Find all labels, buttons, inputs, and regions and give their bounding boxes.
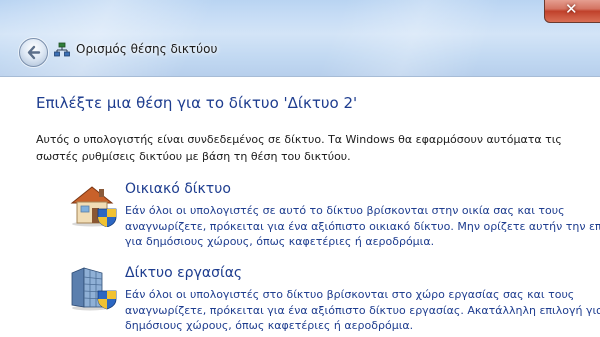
network-icon	[54, 42, 70, 57]
home-network-title: Οικιακό δίκτυο	[125, 181, 231, 197]
back-arrow-icon	[27, 45, 41, 60]
close-icon: ✕	[565, 0, 578, 18]
window-title: Ορισμός θέσης δικτύου	[76, 42, 218, 56]
work-description-line: Εάν όλοι οι υπολογιστές στο δίκτυο βρίσκ…	[125, 288, 575, 301]
main-panel: Επιλέξτε μια θέση για το δίκτυο 'Δίκτυο …	[0, 76, 600, 337]
back-button[interactable]	[19, 38, 48, 67]
home-description-line: αναγνωρίζετε, πρόκειται για ένα αξιόπιστ…	[125, 219, 600, 233]
office-building-icon	[71, 267, 117, 311]
page-heading: Επιλέξτε μια θέση για το δίκτυο 'Δίκτυο …	[36, 94, 358, 112]
work-network-option[interactable]: Δίκτυο εργασίας Εάν όλοι οι υπολογιστές …	[68, 265, 600, 337]
title-bar: ✕ Ορισμός θέσης δικτύου	[0, 0, 600, 76]
home-network-description: Εάν όλοι οι υπολογιστές σε αυτό το δίκτυ…	[125, 203, 600, 250]
work-description-line: αναγνωρίζετε, πρόκειται για ένα αξιόπιστ…	[125, 303, 600, 317]
house-icon	[70, 186, 117, 227]
home-description-line: Εάν όλοι οι υπολογιστές σε αυτό το δίκτυ…	[125, 204, 565, 217]
work-network-description: Εάν όλοι οι υπολογιστές στο δίκτυο βρίσκ…	[125, 287, 600, 334]
page-description: Αυτός ο υπολογιστής είναι συνδεδεμένος σ…	[36, 133, 562, 163]
glass-sheen	[0, 0, 600, 76]
home-description-line: για δημόσιους χώρους, όπως καφετέριες ή …	[125, 235, 435, 248]
close-button[interactable]: ✕	[544, 0, 600, 23]
work-network-title: Δίκτυο εργασίας	[125, 265, 243, 281]
work-description-line: δημόσιους χώρους, όπως καφετέριες ή αερο…	[125, 319, 414, 332]
home-network-option[interactable]: Οικιακό δίκτυο Εάν όλοι οι υπολογιστές σ…	[68, 181, 600, 257]
